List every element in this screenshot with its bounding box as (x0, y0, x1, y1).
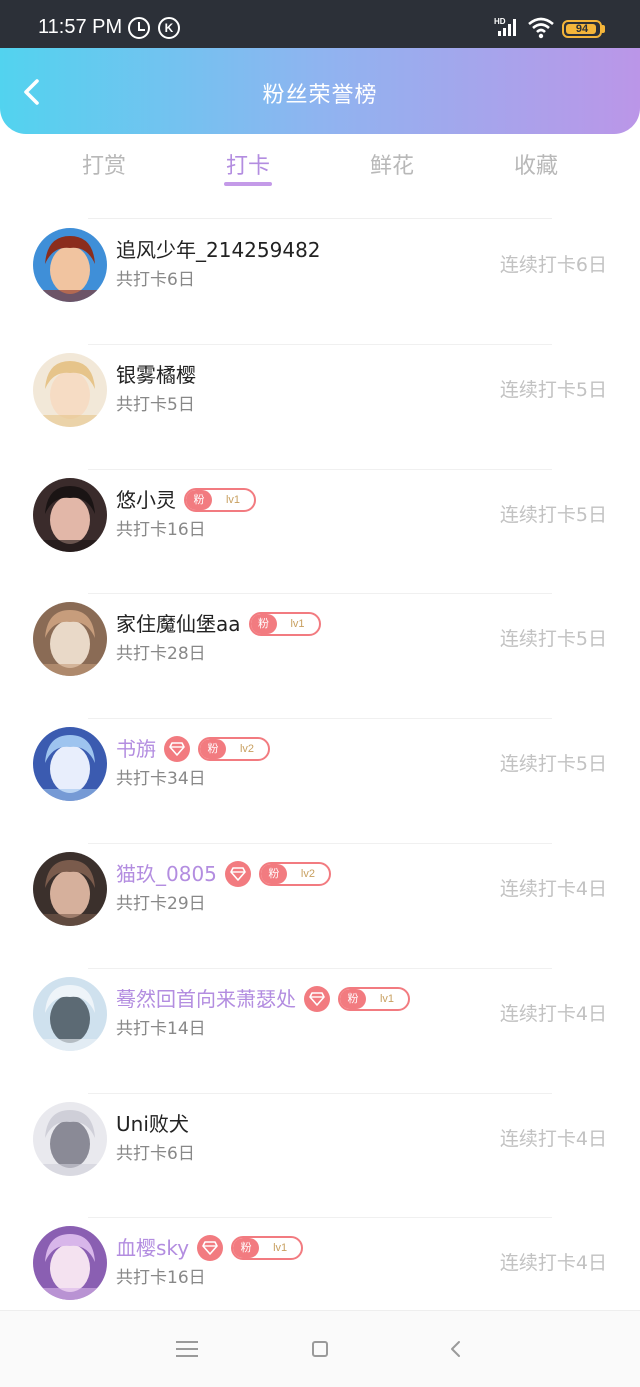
total-checkins: 共打卡16日 (116, 1268, 206, 1289)
battery-level: 94 (575, 23, 589, 35)
tab-flowers[interactable]: 鲜花 (332, 152, 452, 182)
avatar[interactable] (33, 851, 107, 926)
list-item[interactable]: 猫玖_0805 粉 lv2 共打卡29日 连续打卡4日 (0, 844, 640, 969)
status-bar: 11:57 PM K HD 94 (0, 0, 640, 48)
fan-badge-prefix: 粉 (186, 489, 212, 510)
diamond-icon (304, 985, 330, 1012)
tab-tip[interactable]: 打赏 (44, 152, 164, 182)
alarm-clock-icon (128, 17, 150, 39)
tab-favorites[interactable]: 收藏 (476, 152, 596, 182)
fan-level-badge: 粉 lv1 (338, 986, 410, 1011)
avatar[interactable] (33, 1226, 107, 1301)
name-line: 蓦然回首向来萧瑟处 粉 lv1 (116, 985, 410, 1013)
name-line: 追风少年_214259482 (116, 236, 321, 264)
ranking-list: 追风少年_214259482 共打卡6日 连续打卡6日 银雾橘樱 共打卡5日 连续打卡5日… (0, 220, 640, 1344)
total-checkins: 共打卡6日 (116, 270, 195, 290)
fan-badge-prefix: 粉 (250, 614, 277, 635)
streak-checkins: 连续打卡4日 (499, 1252, 607, 1275)
fan-level: lv1 (225, 493, 241, 506)
total-checkins: 共打卡14日 (116, 1018, 206, 1039)
user-name: 书旃 (116, 737, 156, 762)
user-name: Uni败犬 (116, 1111, 189, 1136)
fan-level: lv1 (290, 618, 305, 631)
fan-badge-prefix: 粉 (233, 1238, 260, 1259)
fan-level: lv2 (239, 743, 255, 756)
fan-level-badge: 粉 lv2 (258, 861, 331, 886)
name-line: 血樱sky 粉 lv1 (116, 1234, 304, 1262)
diamond-icon (197, 1235, 224, 1262)
avatar[interactable] (33, 477, 107, 552)
list-item[interactable]: 悠小灵粉 lv1 共打卡16日 连续打卡5日 (0, 470, 640, 595)
fan-level-badge: 粉 lv2 (198, 737, 270, 762)
network-label: HD (494, 17, 506, 26)
total-checkins: 共打卡29日 (116, 893, 206, 914)
tab-active-indicator (224, 182, 272, 186)
total-checkins: 共打卡5日 (116, 394, 195, 415)
tab-checkin[interactable]: 打卡 (188, 152, 308, 182)
diamond-icon (224, 860, 251, 887)
total-checkins: 共打卡16日 (116, 519, 206, 540)
user-name: 家住魔仙堡aa (116, 612, 241, 637)
list-item[interactable]: Uni败犬共打卡6日 连续打卡4日 (0, 1094, 640, 1219)
fan-level-badge: 粉 lv1 (231, 1236, 304, 1261)
fan-badge-prefix: 粉 (260, 863, 287, 884)
avatar[interactable] (33, 228, 107, 302)
tab-bar: 打赏 打卡 鲜花 收藏 (0, 140, 640, 200)
page-title: 粉丝荣誉榜 (262, 83, 378, 108)
user-name: 悠小灵 (116, 487, 176, 512)
avatar[interactable] (33, 976, 107, 1051)
streak-checkins: 连续打卡6日 (499, 254, 607, 276)
name-line: 猫玖_0805 粉 lv2 (116, 860, 331, 888)
total-checkins: 共打卡34日 (116, 769, 206, 790)
list-item[interactable]: 追风少年_214259482 共打卡6日 连续打卡6日 (0, 220, 640, 345)
status-time: 11:57 PM (38, 16, 123, 38)
k-circle-icon: K (158, 17, 180, 39)
header-bar: 粉丝荣誉榜 (0, 48, 640, 134)
streak-checkins: 连续打卡5日 (499, 753, 607, 776)
triangle-back-icon[interactable] (446, 1339, 466, 1359)
streak-checkins: 连续打卡4日 (499, 1002, 607, 1025)
streak-checkins: 连续打卡5日 (499, 503, 607, 526)
streak-checkins: 连续打卡4日 (499, 1127, 607, 1150)
fan-badge-prefix: 粉 (340, 988, 366, 1009)
fan-level: lv1 (273, 1242, 288, 1255)
fan-level-badge: 粉 lv1 (184, 487, 256, 512)
avatar[interactable] (33, 1101, 107, 1176)
list-item[interactable]: 银雾橘樱共打卡5日 连续打卡5日 (0, 345, 640, 470)
battery-icon: 94 (562, 20, 602, 38)
list-item[interactable]: 书旃 粉 lv2 共打卡34日 连续打卡5日 (0, 719, 640, 844)
fan-level: lv2 (300, 867, 315, 880)
user-name: 银雾橘樱 (116, 362, 196, 387)
avatar[interactable] (33, 602, 107, 677)
streak-checkins: 连续打卡4日 (499, 877, 607, 900)
total-checkins: 共打卡6日 (116, 1143, 195, 1164)
name-line: 书旃 粉 lv2 (116, 735, 270, 763)
fan-level: lv1 (379, 992, 395, 1005)
menu-icon[interactable] (176, 1341, 198, 1357)
streak-checkins: 连续打卡5日 (499, 628, 607, 651)
avatar[interactable] (33, 727, 107, 802)
name-line: 家住魔仙堡aa 粉 lv1 (116, 610, 321, 638)
signal-icon: HD (494, 17, 516, 36)
fan-level-badge: 粉 lv1 (248, 612, 321, 637)
tab-divider (88, 218, 552, 219)
user-name: 蓦然回首向来萧瑟处 (116, 986, 296, 1011)
wifi-icon (528, 17, 554, 39)
battery-cap (602, 25, 605, 33)
user-name: 猫玖_0805 (116, 861, 217, 886)
list-item[interactable]: 家住魔仙堡aa 粉 lv1 共打卡28日 连续打卡5日 (0, 594, 640, 720)
name-line: Uni败犬 (116, 1110, 189, 1138)
system-nav-bar (0, 1310, 640, 1387)
avatar[interactable] (33, 352, 107, 427)
name-line: 悠小灵粉 lv1 (116, 486, 256, 514)
user-name: 追风少年_214259482 (116, 238, 321, 262)
user-name: 血樱sky (116, 1236, 190, 1261)
total-checkins: 共打卡28日 (116, 644, 206, 665)
list-item[interactable]: 蓦然回首向来萧瑟处 粉 lv1 共打卡14日 连续打卡4日 (0, 969, 640, 1094)
name-line: 银雾橘樱 (116, 361, 196, 389)
square-home-icon[interactable] (312, 1341, 328, 1357)
diamond-icon (164, 736, 190, 763)
streak-checkins: 连续打卡5日 (499, 378, 607, 401)
fan-badge-prefix: 粉 (200, 739, 226, 760)
